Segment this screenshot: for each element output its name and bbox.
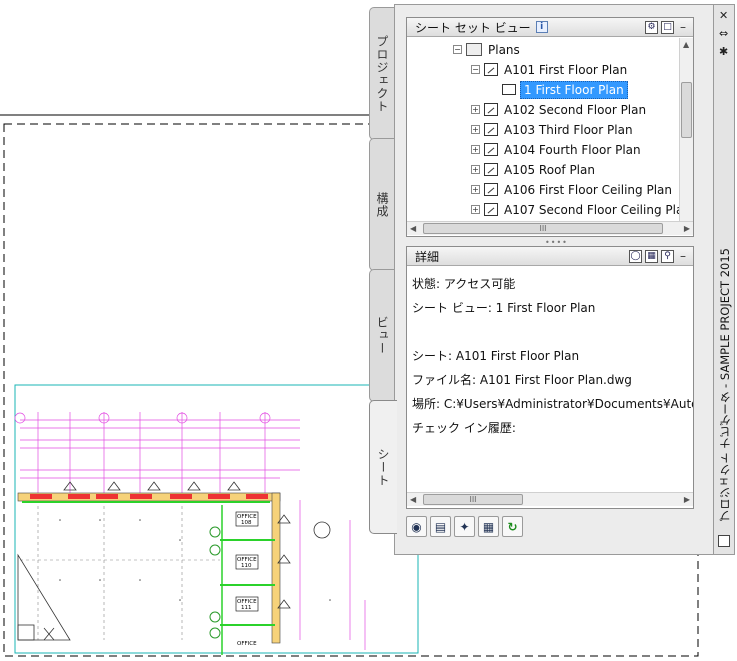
palette-menu-icon[interactable]: [718, 535, 730, 547]
sheet-set-options-icon[interactable]: ⚙: [645, 20, 658, 34]
collapse-panel-icon[interactable]: –: [677, 20, 689, 34]
publish-icon[interactable]: ✦: [454, 516, 475, 537]
refresh-icon[interactable]: ↻: [502, 516, 523, 537]
sheet-set-icon[interactable]: ◉: [406, 516, 427, 537]
collapse-icon[interactable]: −: [453, 45, 462, 54]
tree-row-sheet[interactable]: + A107 Second Floor Ceiling Pla: [471, 200, 681, 219]
bottom-toolbar: ◉ ▤ ✦ ▦ ↻: [406, 516, 523, 537]
horizontal-scroll-thumb[interactable]: III: [423, 494, 523, 505]
folder-icon[interactable]: □: [661, 20, 674, 34]
info-icon[interactable]: i: [535, 21, 548, 33]
room-tags: OFFICE 108 OFFICE 110 OFFICE 111 OFFICE: [235, 511, 259, 647]
expand-icon[interactable]: +: [471, 205, 480, 214]
tree-horizontal-scrollbar[interactable]: ◀ III ▶: [407, 221, 693, 235]
sheet-set-view-header: シート セット ビュー i ⚙ □ –: [407, 18, 693, 37]
detail-file-name: ファイル名: A101 First Floor Plan.dwg: [412, 373, 632, 387]
tab-structure[interactable]: 構成: [369, 138, 395, 271]
tab-sheets[interactable]: シート: [369, 400, 397, 534]
tree-row-label: A105 Roof Plan: [504, 162, 595, 177]
scroll-up-icon[interactable]: ▲: [683, 40, 689, 49]
tree-row-sheet[interactable]: + A105 Roof Plan: [471, 160, 595, 179]
palette-tabs: プロジェクト 構成 ビュー シート: [369, 4, 397, 534]
tree-row-label: A104 Fourth Floor Plan: [504, 142, 641, 157]
tree-row-label: A101 First Floor Plan: [504, 62, 628, 77]
sheet-set-view-title: シート セット ビュー: [415, 20, 531, 35]
sheet-tree[interactable]: − Plans − A101 First Floor Plan 1 First …: [407, 38, 681, 233]
tree-row-sheet[interactable]: + A102 Second Floor Plan: [471, 100, 646, 119]
sheet-icon: [484, 203, 498, 216]
scroll-grip: III: [469, 495, 477, 504]
tree-row-sheet[interactable]: − A101 First Floor Plan: [471, 60, 627, 79]
palette-title: プロジェクト ナビゲータ - SAMPLE PROJECT 2015: [717, 247, 732, 522]
tree-row-label: A103 Third Floor Plan: [504, 122, 633, 137]
tab-views[interactable]: ビュー: [369, 269, 395, 402]
sheet-icon: [484, 103, 498, 116]
detail-sheet-view: シート ビュー: 1 First Floor Plan: [412, 301, 596, 315]
tree-row-view[interactable]: 1 First Floor Plan: [502, 80, 628, 99]
sheet-set-view-panel: シート セット ビュー i ⚙ □ – − Plans − A101 First: [406, 17, 694, 237]
svg-text:OFFICE: OFFICE: [237, 641, 257, 647]
details-panel: 詳細 ◯ ▦ ⚲ – 状態: アクセス可能 シート ビュー: 1 First F…: [406, 246, 694, 509]
svg-text:110: 110: [241, 563, 252, 569]
scroll-left-icon[interactable]: ◀: [410, 495, 416, 504]
tree-vertical-scrollbar[interactable]: ▲ ▼: [679, 38, 693, 233]
expand-icon[interactable]: +: [471, 165, 480, 174]
details-view-icon[interactable]: ▦: [645, 249, 658, 263]
collapse-panel-icon[interactable]: –: [677, 249, 689, 263]
collapse-icon[interactable]: −: [471, 65, 480, 74]
expand-icon[interactable]: +: [471, 185, 480, 194]
palette-title-bar[interactable]: ✕ ⇔ ✱ プロジェクト ナビゲータ - SAMPLE PROJECT 2015: [714, 4, 735, 555]
preview-icon[interactable]: ⚲: [661, 249, 674, 263]
sheet-icon: [484, 163, 498, 176]
details-title: 詳細: [415, 249, 440, 264]
sheet-icon: [484, 123, 498, 136]
sheet-icon: [484, 183, 498, 196]
detail-sheet: シート: A101 First Floor Plan: [412, 349, 580, 363]
tree-row-label: Plans: [488, 42, 520, 57]
expand-icon[interactable]: +: [471, 145, 480, 154]
scroll-right-icon[interactable]: ▶: [684, 495, 690, 504]
horizontal-scroll-thumb[interactable]: III: [423, 223, 663, 234]
expand-icon[interactable]: +: [471, 105, 480, 114]
auto-hide-icon[interactable]: ⇔: [719, 28, 728, 39]
detail-location: 場所: C:¥Users¥Administrator¥Documents¥Aut…: [412, 397, 693, 411]
vertical-scroll-thumb[interactable]: [681, 82, 692, 138]
tree-row-sheet[interactable]: + A103 Third Floor Plan: [471, 120, 633, 139]
details-settings-icon[interactable]: ◯: [629, 249, 642, 263]
details-header: 詳細 ◯ ▦ ⚲ –: [407, 247, 693, 266]
view-icon: [502, 84, 516, 95]
scroll-grip: III: [539, 224, 547, 233]
sheet-icon: [484, 143, 498, 156]
tree-row-label: A107 Second Floor Ceiling Pla: [504, 202, 681, 217]
tree-row-label-selected: 1 First Floor Plan: [520, 80, 628, 99]
svg-text:108: 108: [241, 520, 252, 526]
expand-icon[interactable]: +: [471, 125, 480, 134]
detail-checkin-history: チェック イン履歴:: [412, 421, 516, 435]
scroll-left-icon[interactable]: ◀: [410, 224, 416, 233]
properties-icon[interactable]: ✱: [719, 46, 728, 57]
sheet-list-icon[interactable]: ▦: [478, 516, 499, 537]
svg-text:111: 111: [241, 605, 252, 611]
tree-row-label: A102 Second Floor Plan: [504, 102, 647, 117]
project-navigator-palette[interactable]: プロジェクト 構成 ビュー シート シート セット ビュー i ⚙ □ – − …: [369, 4, 735, 555]
details-horizontal-scrollbar[interactable]: ◀ III ▶: [407, 492, 693, 506]
detail-status: 状態: アクセス可能: [412, 277, 516, 291]
scroll-right-icon[interactable]: ▶: [684, 224, 690, 233]
tree-row-sheet[interactable]: + A106 First Floor Ceiling Plan: [471, 180, 672, 199]
tab-project[interactable]: プロジェクト: [369, 7, 395, 140]
tree-row-sheet[interactable]: + A104 Fourth Floor Plan: [471, 140, 641, 159]
subset-folder-icon: [466, 43, 482, 56]
palette-body: シート セット ビュー i ⚙ □ – − Plans − A101 First: [394, 4, 714, 555]
sheet-icon: [484, 63, 498, 76]
new-sheet-icon[interactable]: ▤: [430, 516, 451, 537]
close-icon[interactable]: ✕: [719, 10, 728, 21]
tree-row-label: A106 First Floor Ceiling Plan: [504, 182, 672, 197]
tree-row-plans[interactable]: − Plans: [453, 40, 520, 59]
